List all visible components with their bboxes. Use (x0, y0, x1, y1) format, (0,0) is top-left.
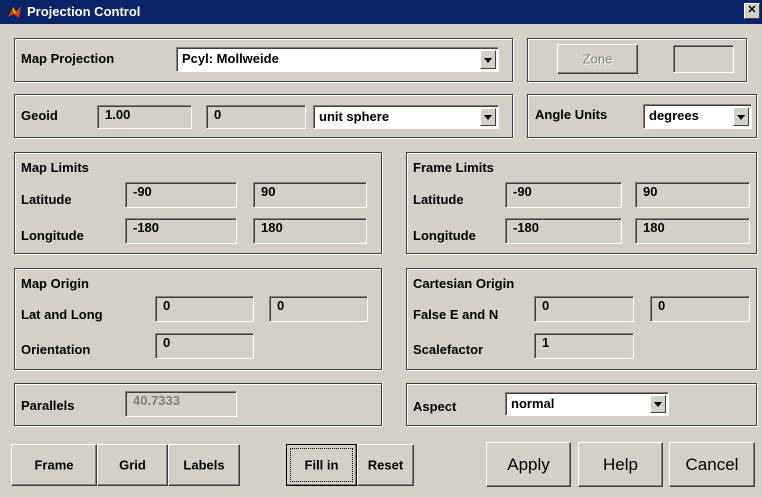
map-origin-title: Map Origin (21, 276, 89, 291)
help-button[interactable]: Help (578, 442, 663, 487)
frame-lon-min-field[interactable]: -180 (505, 218, 622, 244)
frame-lon-max-field[interactable]: 180 (635, 218, 750, 244)
scalefactor-field[interactable]: 1 (534, 333, 634, 359)
frame-lat-max-field[interactable]: 90 (635, 182, 750, 208)
reset-button-label: Reset (367, 457, 404, 473)
geoid-select[interactable]: unit sphere (313, 105, 499, 129)
map-projection-select[interactable]: Pcyl: Mollweide (176, 47, 499, 72)
close-icon[interactable]: ✕ (744, 3, 760, 19)
geoid-select-value: unit sphere (319, 109, 390, 124)
grid-button-label: Grid (119, 457, 146, 473)
parallels-field[interactable]: 40.7333 (125, 391, 237, 417)
origin-lat-field[interactable]: 0 (155, 296, 254, 322)
cartesian-origin-title: Cartesian Origin (413, 276, 515, 291)
aspect-select[interactable]: normal (505, 392, 669, 416)
labels-button-label: Labels (183, 457, 225, 473)
frame-limits-latitude-label: Latitude (413, 192, 464, 207)
zone-button-label: Zone (582, 51, 613, 67)
frame-button-label: Frame (34, 457, 74, 473)
map-lat-max-field[interactable]: 90 (253, 182, 367, 208)
angle-units-value: degrees (649, 108, 699, 123)
geoid-radius-field[interactable]: 1.00 (97, 105, 192, 129)
angle-units-select[interactable]: degrees (643, 104, 752, 129)
chevron-down-icon (480, 50, 496, 69)
frame-lat-min-field[interactable]: -90 (505, 182, 622, 208)
scalefactor-label: Scalefactor (413, 342, 484, 357)
help-button-label: Help (603, 454, 638, 474)
map-limits-latitude-label: Latitude (21, 192, 72, 207)
parallels-label: Parallels (21, 398, 75, 413)
map-projection-label: Map Projection (21, 51, 115, 66)
frame-limits-longitude-label: Longitude (413, 228, 476, 243)
frame-button[interactable]: Frame (11, 444, 97, 486)
map-limits-longitude-label: Longitude (21, 228, 84, 243)
fill-in-button[interactable]: Fill in (286, 444, 357, 486)
angle-units-label: Angle Units (535, 107, 608, 122)
labels-button[interactable]: Labels (168, 444, 240, 486)
map-lon-max-field[interactable]: 180 (253, 218, 367, 244)
geoid-eccentricity-field[interactable]: 0 (206, 105, 306, 129)
map-limits-title: Map Limits (21, 160, 89, 175)
orientation-field[interactable]: 0 (155, 333, 254, 359)
false-northing-field[interactable]: 0 (650, 296, 750, 322)
map-projection-value: Pcyl: Mollweide (182, 51, 279, 66)
apply-button[interactable]: Apply (486, 442, 571, 487)
lat-and-long-label: Lat and Long (21, 307, 103, 322)
aspect-label: Aspect (413, 399, 457, 414)
geoid-label: Geoid (21, 108, 58, 123)
apply-button-label: Apply (507, 454, 550, 474)
false-e-and-n-label: False E and N (413, 307, 499, 322)
false-easting-field[interactable]: 0 (534, 296, 634, 322)
orientation-label: Orientation (21, 342, 91, 357)
fill-in-button-label: Fill in (304, 457, 339, 473)
chevron-down-icon (480, 108, 496, 126)
grid-button[interactable]: Grid (97, 444, 168, 486)
map-lon-min-field[interactable]: -180 (125, 218, 237, 244)
aspect-value: normal (511, 396, 555, 411)
zone-field[interactable] (673, 45, 734, 73)
map-lat-min-field[interactable]: -90 (125, 182, 237, 208)
zone-button[interactable]: Zone (557, 44, 638, 74)
matlab-logo-icon (8, 6, 21, 18)
reset-button[interactable]: Reset (357, 444, 414, 486)
chevron-down-icon (733, 107, 749, 126)
cancel-button[interactable]: Cancel (669, 442, 755, 487)
chevron-down-icon (650, 395, 666, 413)
cancel-button-label: Cancel (685, 454, 739, 474)
window-title: Projection Control (27, 4, 141, 19)
frame-limits-title: Frame Limits (413, 160, 494, 175)
origin-long-field[interactable]: 0 (269, 296, 368, 322)
